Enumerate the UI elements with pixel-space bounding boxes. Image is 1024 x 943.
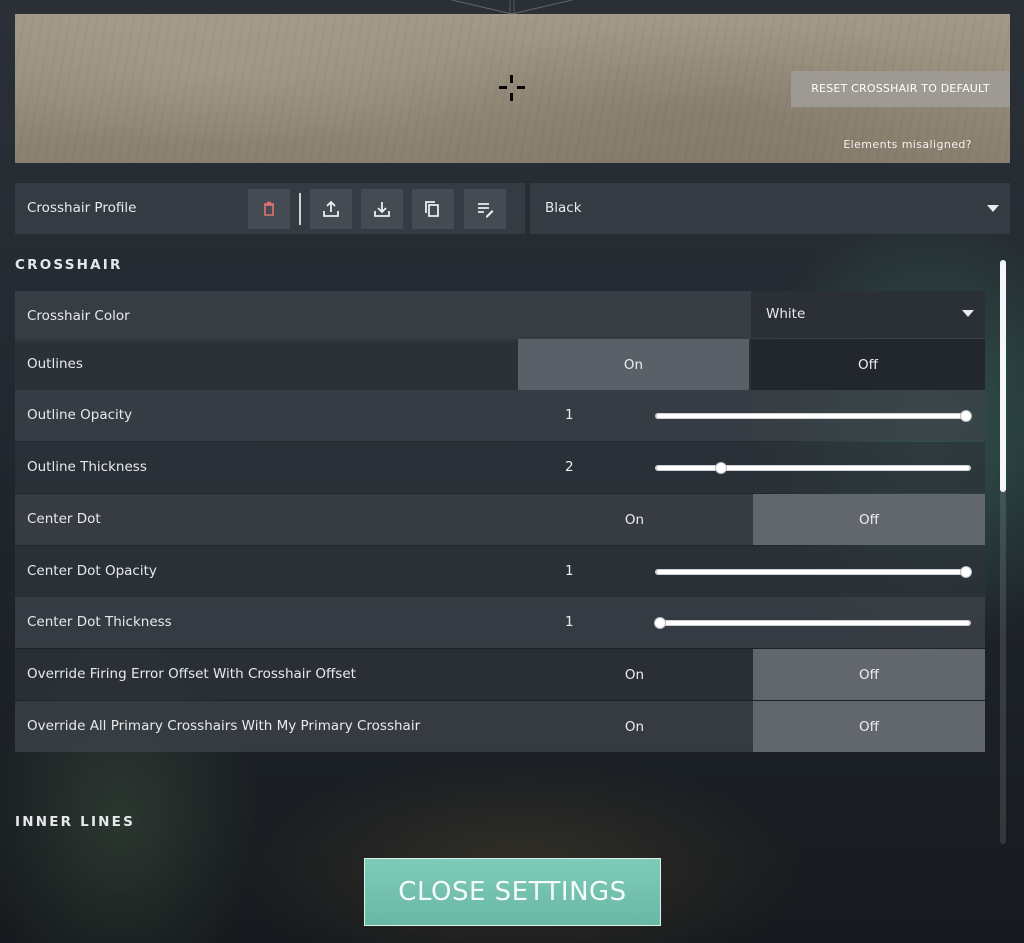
crosshair-profile-label: Crosshair Profile bbox=[27, 200, 137, 216]
setting-label: Override Firing Error Offset With Crossh… bbox=[27, 666, 356, 682]
upload-icon bbox=[323, 200, 339, 217]
setting-label: Center Dot Thickness bbox=[27, 614, 172, 630]
toolbar-divider bbox=[299, 193, 301, 225]
rename-icon bbox=[478, 203, 494, 218]
setting-label: Center Dot Opacity bbox=[27, 563, 157, 579]
center-dot-opacity-slider[interactable] bbox=[655, 565, 971, 579]
export-profile-button[interactable] bbox=[310, 189, 352, 229]
delete-profile-button[interactable] bbox=[248, 189, 290, 229]
rename-profile-button[interactable] bbox=[464, 189, 506, 229]
crosshair-color-select[interactable]: White bbox=[751, 291, 985, 338]
setting-label: Outlines bbox=[27, 356, 83, 372]
outlines-off-button[interactable]: Off bbox=[751, 339, 985, 390]
import-profile-button[interactable] bbox=[361, 189, 403, 229]
reset-crosshair-button[interactable]: RESET CROSSHAIR TO DEFAULT bbox=[791, 71, 1010, 107]
crosshair-profile-select[interactable]: Black bbox=[530, 183, 1010, 234]
override-firing-error-off-button[interactable]: Off bbox=[753, 649, 985, 700]
copy-icon bbox=[425, 201, 439, 217]
setting-row-center-dot-thickness: Center Dot Thickness 1 bbox=[15, 597, 985, 648]
slider-handle[interactable] bbox=[655, 618, 665, 628]
outlines-on-button[interactable]: On bbox=[518, 339, 749, 390]
crosshair-profile-row: Crosshair Profile bbox=[15, 183, 525, 234]
setting-label: Crosshair Color bbox=[27, 308, 130, 324]
outline-opacity-slider[interactable] bbox=[655, 409, 971, 423]
center-dot-off-button[interactable]: Off bbox=[753, 494, 985, 545]
center-dot-opacity-value: 1 bbox=[565, 563, 574, 579]
setting-row-outline-opacity: Outline Opacity 1 bbox=[15, 390, 985, 441]
download-icon bbox=[374, 202, 390, 217]
copy-profile-button[interactable] bbox=[412, 189, 454, 229]
override-primary-on-button[interactable]: On bbox=[518, 701, 751, 752]
section-title-inner-lines: INNER LINES bbox=[15, 814, 136, 830]
chevron-down-icon bbox=[987, 205, 999, 212]
setting-row-crosshair-color: Crosshair Color White bbox=[15, 291, 985, 342]
frame-ornament bbox=[452, 0, 572, 14]
setting-row-outline-thickness: Outline Thickness 2 bbox=[15, 442, 985, 493]
setting-row-outlines: Outlines On Off bbox=[15, 339, 985, 390]
center-dot-on-button[interactable]: On bbox=[518, 494, 751, 545]
elements-misaligned-link[interactable]: Elements misaligned? bbox=[843, 138, 972, 151]
crosshair-preview-icon bbox=[499, 75, 525, 101]
setting-label: Center Dot bbox=[27, 511, 101, 527]
scrollbar-thumb[interactable] bbox=[1000, 260, 1006, 492]
outline-thickness-value: 2 bbox=[565, 459, 574, 475]
center-dot-thickness-value: 1 bbox=[565, 614, 574, 630]
section-title-crosshair: CROSSHAIR bbox=[15, 257, 123, 273]
setting-label: Override All Primary Crosshairs With My … bbox=[27, 718, 421, 734]
profile-select-value: Black bbox=[545, 200, 582, 216]
setting-label: Outline Opacity bbox=[27, 407, 133, 423]
override-firing-error-on-button[interactable]: On bbox=[518, 649, 751, 700]
slider-handle[interactable] bbox=[961, 411, 971, 421]
setting-row-override-firing-error: Override Firing Error Offset With Crossh… bbox=[15, 649, 985, 700]
settings-scrollbar[interactable] bbox=[1000, 260, 1006, 844]
crosshair-preview: RESET CROSSHAIR TO DEFAULT Elements misa… bbox=[15, 14, 1010, 163]
center-dot-thickness-slider[interactable] bbox=[655, 616, 971, 630]
close-settings-button[interactable]: CLOSE SETTINGS bbox=[364, 858, 661, 926]
setting-row-center-dot: Center Dot On Off bbox=[15, 494, 985, 545]
slider-handle[interactable] bbox=[961, 567, 971, 577]
crosshair-color-value: White bbox=[766, 306, 806, 322]
trash-icon bbox=[264, 201, 274, 216]
slider-handle[interactable] bbox=[716, 463, 727, 473]
override-primary-off-button[interactable]: Off bbox=[753, 701, 985, 752]
setting-label: Outline Thickness bbox=[27, 459, 147, 475]
setting-row-center-dot-opacity: Center Dot Opacity 1 bbox=[15, 546, 985, 597]
chevron-down-icon bbox=[962, 310, 974, 317]
outline-opacity-value: 1 bbox=[565, 407, 574, 423]
outline-thickness-slider[interactable] bbox=[655, 461, 971, 475]
setting-row-override-primary: Override All Primary Crosshairs With My … bbox=[15, 701, 985, 752]
